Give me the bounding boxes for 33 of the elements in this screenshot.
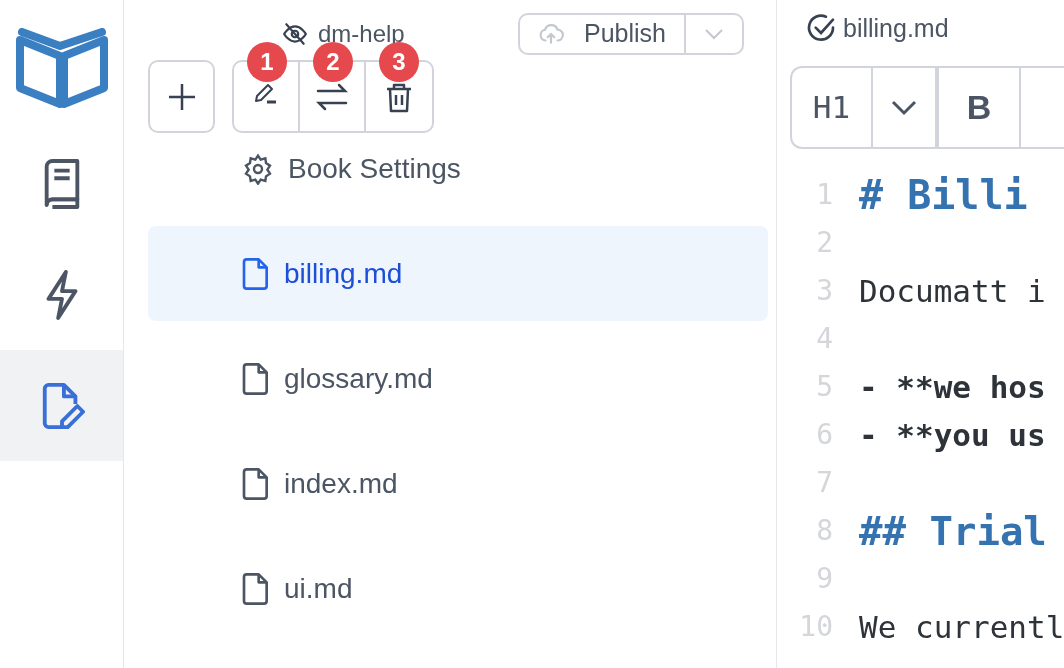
markdown-heading: # Billi [859,175,1028,215]
eye-slash-icon [280,20,310,47]
tree-item[interactable]: ui.md [148,541,768,636]
trash-icon [385,82,413,114]
tree-item[interactable]: billing.md [148,226,768,321]
number-badge: 3 [379,42,419,82]
file-icon [242,362,270,395]
file-icon [242,572,270,605]
markdown-line: We currentl [859,611,1064,643]
heading-button[interactable]: H1 [792,68,873,147]
chevron-down-icon [891,99,917,116]
markdown-line: - **we hos [859,371,1046,403]
markdown-heading: ## Trial [859,511,1047,551]
file-icon [242,467,270,500]
rail-button[interactable] [0,350,123,461]
tree-item[interactable]: glossary.md [148,331,768,426]
file-icon [242,257,270,290]
gear-icon [242,152,274,185]
markdown-line: Documatt i [859,275,1046,307]
tree-item[interactable]: index.md [148,436,768,531]
number-badge: 2 [313,42,353,82]
chevron-down-icon [704,27,724,40]
open-book-logo-icon [13,28,110,108]
number-badge: 1 [247,42,287,82]
markdown-line: - **you us [859,419,1046,451]
swap-arrows-icon [315,82,349,112]
plus-icon [166,81,197,112]
publish-button[interactable]: Publish [520,14,686,53]
pencil-icon [253,82,279,104]
tree-item[interactable]: Book Settings [148,121,768,216]
file-title: billing.md [843,13,949,45]
add-button[interactable] [148,60,215,133]
bold-button[interactable]: B [939,68,1021,147]
